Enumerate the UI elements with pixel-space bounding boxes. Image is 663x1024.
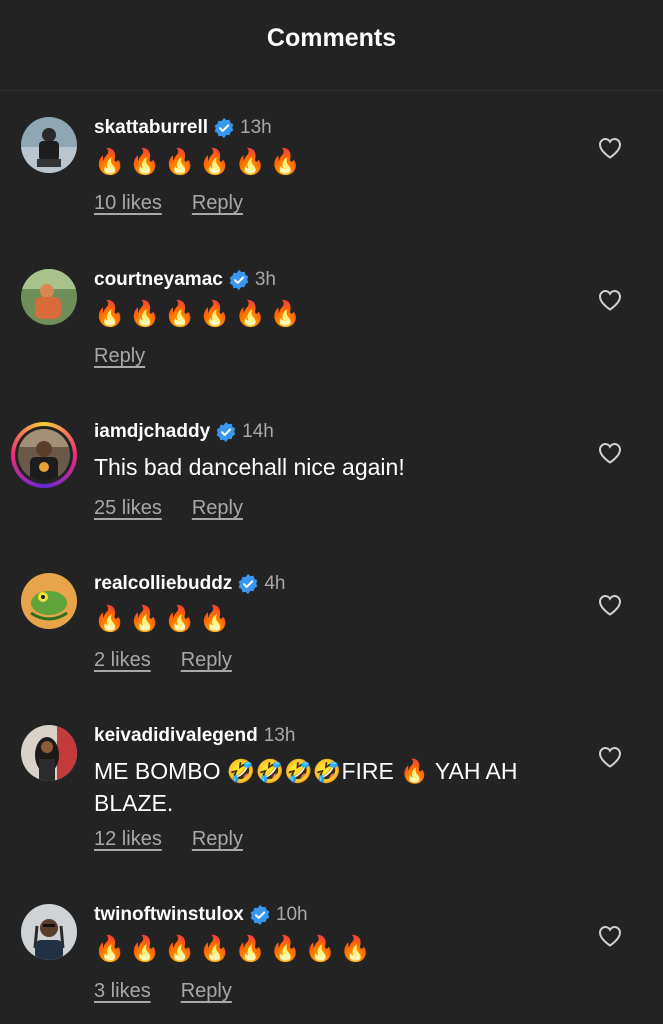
likes-count[interactable]: 2 likes: [94, 649, 151, 672]
comment-username[interactable]: realcolliebuddz: [94, 573, 232, 595]
reply-button[interactable]: Reply: [181, 980, 232, 1003]
verified-badge-icon: [216, 422, 236, 442]
comment-text: 🔥🔥🔥🔥🔥🔥: [94, 148, 305, 176]
comments-header: Comments: [0, 0, 663, 91]
heart-icon[interactable]: [598, 746, 622, 768]
comment-time: 13h: [240, 117, 272, 138]
comment-text: ME BOMBO 🤣🤣🤣🤣FIRE 🔥 YAH AH BLAZE.: [94, 758, 518, 816]
likes-count[interactable]: 3 likes: [94, 980, 151, 1003]
avatar[interactable]: [21, 573, 77, 629]
comment-time: 4h: [264, 573, 286, 594]
heart-icon[interactable]: [598, 442, 622, 464]
comment-time: 3h: [254, 269, 276, 290]
comment-username[interactable]: skattaburrell: [94, 117, 208, 139]
heart-icon[interactable]: [598, 925, 622, 947]
page-title: Comments: [266, 23, 397, 52]
heart-icon[interactable]: [598, 594, 622, 616]
comment-username[interactable]: twinoftwinstulox: [94, 904, 244, 926]
verified-badge-icon: [239, 574, 258, 594]
avatar[interactable]: [21, 269, 77, 325]
comment-time: 13h: [263, 725, 296, 746]
likes-count[interactable]: 25 likes: [94, 497, 162, 520]
reply-button[interactable]: Reply: [192, 192, 243, 215]
comment-text: 🔥🔥🔥🔥🔥🔥🔥🔥: [94, 935, 376, 963]
heart-icon[interactable]: [598, 289, 622, 311]
verified-badge-icon: [250, 905, 270, 925]
comment-username[interactable]: keivadidivalegend: [94, 725, 258, 747]
comment-text: 🔥🔥🔥🔥: [94, 605, 235, 633]
comment-time: 14h: [242, 421, 274, 442]
avatar[interactable]: [21, 904, 77, 960]
comment-time: 10h: [275, 904, 308, 925]
reply-button[interactable]: Reply: [192, 828, 243, 851]
comment-text: 🔥🔥🔥🔥🔥🔥: [94, 300, 305, 328]
avatar[interactable]: [21, 725, 77, 781]
reply-button[interactable]: Reply: [192, 497, 243, 520]
verified-badge-icon: [214, 118, 234, 138]
heart-icon[interactable]: [598, 137, 622, 159]
comments-screen: Comments skattaburrell 13h 🔥🔥🔥🔥🔥🔥 10 lik…: [0, 0, 663, 1024]
comment-username[interactable]: iamdjchaddy: [94, 421, 210, 443]
avatar[interactable]: [21, 117, 77, 173]
likes-count[interactable]: 10 likes: [94, 192, 162, 215]
comment-username[interactable]: courtneyamac: [94, 269, 223, 291]
reply-button[interactable]: Reply: [94, 345, 145, 368]
verified-badge-icon: [229, 270, 249, 290]
comment-text: This bad dancehall nice again!: [94, 454, 405, 480]
avatar[interactable]: [11, 422, 77, 488]
likes-count[interactable]: 12 likes: [94, 828, 162, 851]
reply-button[interactable]: Reply: [181, 649, 232, 672]
